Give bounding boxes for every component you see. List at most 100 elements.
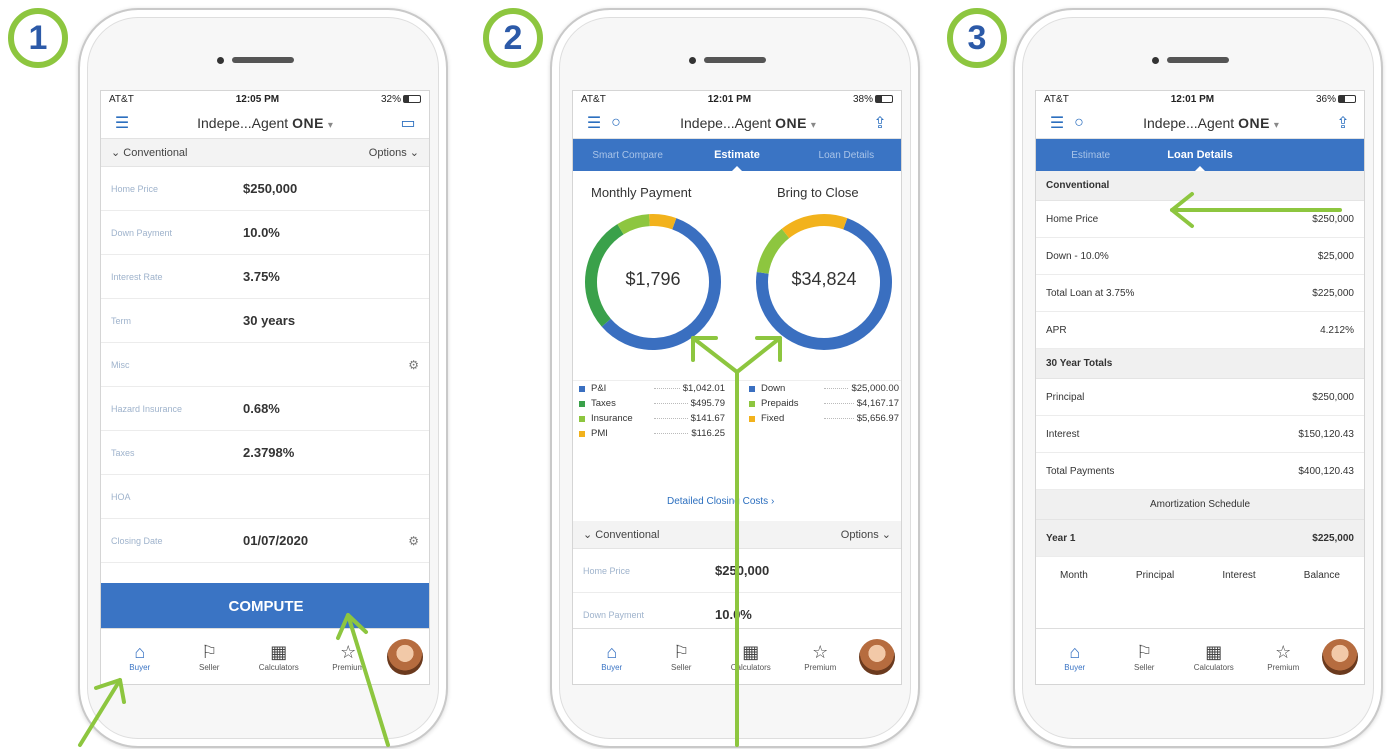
form-field[interactable]: Down Payment 10.0%: [101, 211, 429, 255]
legend-item: P&I $1,042.01: [579, 381, 725, 396]
row-label: Total Loan at 3.75%: [1046, 287, 1135, 299]
tab-calculators[interactable]: ▦ Calculators: [244, 641, 314, 672]
tab-smart-compare[interactable]: Smart Compare: [573, 139, 682, 171]
star-icon: ☆: [1275, 642, 1292, 662]
legend-value: $5,656.97: [856, 413, 899, 424]
field-value[interactable]: 10.0%: [715, 607, 891, 622]
input-fields: Home Price $250,000 Down Payment 10.0%: [573, 549, 901, 637]
compute-button[interactable]: COMPUTE: [101, 583, 429, 629]
row-label: Total Payments: [1046, 465, 1115, 477]
speaker: [232, 57, 294, 63]
field-value[interactable]: 01/07/2020: [243, 533, 408, 548]
screen-3: AT&T 12:01 PM 36% ☰ ○ Indepe...Agent ONE…: [1035, 90, 1365, 685]
tab-premium[interactable]: ☆ Premium: [1249, 641, 1319, 672]
app-title[interactable]: Indepe...Agent ONE ▾: [627, 115, 869, 131]
tab-buyer[interactable]: ⌂ Buyer: [105, 641, 175, 672]
tab-premium[interactable]: ☆ Premium: [786, 641, 856, 672]
carrier: AT&T: [581, 93, 606, 105]
form-field[interactable]: Home Price $250,000: [573, 549, 901, 593]
field-label: Home Price: [111, 183, 159, 194]
form-field[interactable]: Taxes 2.3798%: [101, 431, 429, 475]
status-bar: AT&T 12:01 PM 38%: [573, 91, 901, 107]
app-title[interactable]: Indepe...Agent ONE ▾: [133, 115, 397, 131]
donut-slice: [649, 214, 677, 230]
menu-list-icon[interactable]: ☰: [583, 113, 605, 133]
detailed-closing-costs-link[interactable]: Detailed Closing Costs ›: [667, 496, 774, 507]
chevron-down-icon: ⌄: [583, 529, 596, 541]
tab-seller[interactable]: ⚐ Seller: [175, 641, 245, 672]
refresh-icon[interactable]: ○: [1068, 114, 1090, 132]
nav-bar: ☰ ○ Indepe...Agent ONE ▾ ⇪: [1036, 107, 1364, 139]
tab-loan-details[interactable]: Loan Details: [792, 139, 901, 171]
legend-item: Down $25,000.00: [749, 381, 899, 396]
tab-buyer[interactable]: ⌂ Buyer: [577, 641, 647, 672]
monthly-payment-value: $1,796: [625, 269, 681, 289]
legend-name: Taxes: [591, 398, 616, 409]
nav-bar: ☰ Indepe...Agent ONE ▾ ▭: [101, 107, 429, 139]
form-field[interactable]: Term 30 years: [101, 299, 429, 343]
tab-estimate[interactable]: Estimate: [1036, 139, 1145, 171]
avatar[interactable]: [1322, 638, 1358, 675]
app-title[interactable]: Indepe...Agent ONE ▾: [1090, 115, 1332, 131]
section-header: 30 Year Totals: [1036, 349, 1364, 379]
options-dropdown[interactable]: Options ⌄: [369, 146, 419, 159]
field-label: Home Price: [583, 565, 631, 576]
tab-premium[interactable]: ☆ Premium: [314, 641, 384, 672]
form-field[interactable]: Hazard Insurance 0.68%: [101, 387, 429, 431]
avatar[interactable]: [859, 638, 895, 675]
field-value[interactable]: $250,000: [243, 181, 419, 196]
row-value: $150,120.43: [1298, 428, 1354, 440]
share-icon[interactable]: ⇪: [869, 113, 891, 133]
tab-estimate[interactable]: Estimate: [682, 139, 791, 171]
row-value: $25,000: [1317, 250, 1354, 262]
field-value[interactable]: 3.75%: [243, 269, 419, 284]
share-icon[interactable]: ⇪: [1332, 113, 1354, 133]
gear-icon[interactable]: ⚙: [408, 534, 419, 548]
menu-list-icon[interactable]: ☰: [1046, 113, 1068, 133]
form-field[interactable]: Interest Rate 3.75%: [101, 255, 429, 299]
nav-bar: ☰ ○ Indepe...Agent ONE ▾ ⇪: [573, 107, 901, 139]
speaker: [704, 57, 766, 63]
year-row[interactable]: Year 1 $225,000: [1036, 520, 1364, 557]
legend-item: PMI $116.25: [579, 426, 725, 441]
form-field[interactable]: HOA: [101, 475, 429, 519]
field-value[interactable]: $250,000: [715, 563, 891, 578]
options-dropdown[interactable]: Options ⌄: [841, 528, 891, 541]
step-badge-2: 2: [483, 8, 543, 68]
menu-list-icon[interactable]: ☰: [111, 113, 133, 133]
form-field[interactable]: Home Price $250,000: [101, 167, 429, 211]
row-value: $250,000: [1312, 213, 1354, 225]
tab-seller[interactable]: ⚐ Seller: [1110, 641, 1180, 672]
carrier: AT&T: [109, 93, 134, 105]
avatar[interactable]: [387, 638, 423, 675]
bottom-tab-bar: ⌂ Buyer ⚐ Seller ▦ Calculators ☆ Premium: [1036, 628, 1364, 684]
tab-seller[interactable]: ⚐ Seller: [647, 641, 717, 672]
amortization-schedule-header[interactable]: Amortization Schedule: [1036, 490, 1364, 520]
col-interest: Interest: [1222, 569, 1256, 581]
tab-calculators[interactable]: ▦ Calculators: [716, 641, 786, 672]
field-label: Hazard Insurance: [111, 403, 183, 414]
field-label: Taxes: [111, 447, 135, 458]
field-value[interactable]: 0.68%: [243, 401, 419, 416]
field-value[interactable]: 30 years: [243, 313, 419, 328]
field-value[interactable]: 10.0%: [243, 225, 419, 240]
loan-type-header[interactable]: ⌄ Conventional Options ⌄: [573, 521, 901, 549]
chevron-down-icon: ⌄: [111, 147, 124, 159]
donut-slice: [756, 228, 790, 274]
calculator-icon: ▦: [742, 642, 760, 662]
form-field[interactable]: Misc ⚙: [101, 343, 429, 387]
house-icon: ⌂: [134, 642, 146, 662]
tab-calculators[interactable]: ▦ Calculators: [1179, 641, 1249, 672]
calculator-icon: ▦: [1205, 642, 1223, 662]
monthly-payment-title: Monthly Payment: [591, 185, 692, 200]
legend-value: $4,167.17: [856, 398, 899, 409]
loan-type-header[interactable]: ⌄ Conventional Options ⌄: [101, 139, 429, 167]
tab-buyer[interactable]: ⌂ Buyer: [1040, 641, 1110, 672]
row-label: Home Price: [1046, 213, 1099, 225]
field-value[interactable]: 2.3798%: [243, 445, 419, 460]
form-field[interactable]: Closing Date 01/07/2020 ⚙: [101, 519, 429, 563]
gear-icon[interactable]: ⚙: [408, 358, 419, 372]
tab-loan-details[interactable]: Loan Details: [1145, 139, 1254, 171]
refresh-icon[interactable]: ○: [605, 114, 627, 132]
folder-icon[interactable]: ▭: [397, 113, 419, 133]
